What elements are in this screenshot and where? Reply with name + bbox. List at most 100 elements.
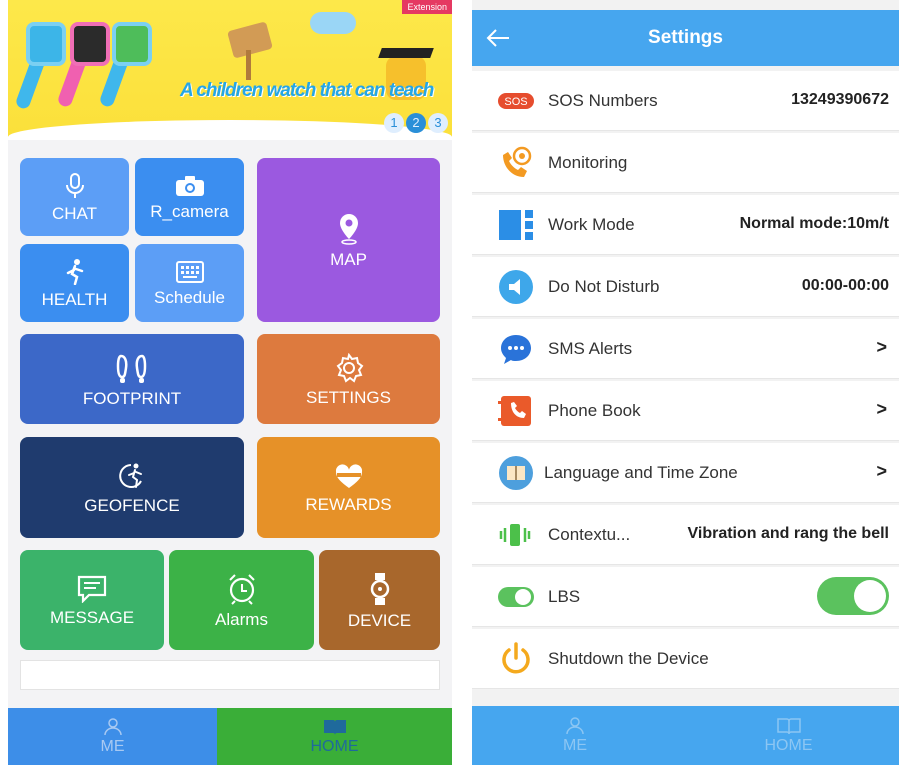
row-label: Phone Book [548, 401, 641, 420]
microphone-icon [65, 172, 84, 198]
work-mode-icon [499, 210, 533, 240]
alarm-clock-icon [228, 573, 255, 605]
row-work-mode[interactable]: Work Mode Normal mode:10m/t [472, 195, 899, 255]
sos-icon: SOS [498, 93, 534, 109]
book-icon [776, 717, 801, 734]
vibration-icon [499, 524, 531, 546]
chat-bubble-icon [501, 335, 531, 364]
home-tabbar: ME HOME [8, 708, 452, 765]
watch-image-pink [70, 22, 110, 66]
chat-label: CHAT [51, 203, 97, 223]
footprint-tile[interactable]: FOOTPRINT [20, 334, 244, 424]
map-label: MAP [330, 249, 367, 269]
map-pin-icon [339, 213, 358, 245]
pager-dot-2[interactable]: 2 [406, 113, 426, 133]
tab-me[interactable]: ME [472, 706, 678, 765]
row-label: SOS Numbers [548, 91, 658, 110]
tab-home-label: HOME [310, 737, 359, 755]
chevron-right-icon: > [876, 461, 887, 481]
alarms-tile[interactable]: Alarms [169, 550, 314, 650]
schedule-label: Schedule [154, 287, 225, 307]
geofence-label: GEOFENCE [84, 496, 180, 515]
running-person-icon [66, 258, 83, 285]
rewards-tile[interactable]: REWARDS [257, 437, 440, 538]
cloud-icon [310, 12, 356, 34]
banner-slogan: A children watch that can teach [180, 80, 434, 101]
health-label: HEALTH [41, 289, 108, 309]
watch-image-green [112, 22, 152, 66]
row-label: SMS Alerts [548, 339, 633, 358]
phone-monitor-icon [503, 146, 532, 177]
device-label: DEVICE [347, 610, 412, 630]
person-icon [103, 717, 122, 735]
page-title: Settings [648, 27, 723, 48]
footprints-icon [116, 354, 147, 383]
row-value: 13249390672 [791, 91, 889, 108]
row-label: Contextu... [548, 525, 631, 544]
lbs-toggle-icon [498, 587, 534, 607]
row-monitoring[interactable]: Monitoring [472, 133, 899, 193]
row-label: Language and Time Zone [544, 463, 738, 482]
row-phone-book[interactable]: Phone Book > [472, 381, 899, 441]
camera-icon [175, 175, 204, 196]
row-label: Work Mode [548, 215, 635, 234]
alarms-label: Alarms [215, 609, 268, 629]
chevron-right-icon: > [876, 337, 887, 357]
pager-dot-3[interactable]: 3 [428, 113, 448, 133]
row-sos-numbers[interactable]: SOS SOS Numbers 13249390672 [472, 71, 899, 131]
language-book-icon [499, 456, 533, 490]
tab-me[interactable]: ME [8, 708, 217, 765]
geofence-runner-icon [119, 463, 142, 488]
tab-home-label: HOME [764, 736, 813, 754]
signpost-pole [246, 50, 251, 80]
tab-home[interactable]: HOME [678, 706, 899, 765]
row-label: LBS [548, 587, 581, 606]
message-icon [77, 575, 107, 603]
pager-dot-1[interactable]: 1 [384, 113, 404, 133]
settings-label: SETTINGS [305, 387, 391, 407]
speaker-mute-icon [499, 270, 533, 304]
health-tile[interactable]: HEALTH [20, 244, 129, 322]
person-icon [566, 716, 584, 734]
keyboard-icon [175, 260, 204, 283]
gear-icon [336, 352, 363, 383]
row-lbs[interactable]: LBS [472, 567, 899, 627]
schedule-tile[interactable]: Schedule [135, 244, 244, 322]
home-footer-panel [20, 660, 440, 690]
message-tile[interactable]: MESSAGE [20, 550, 164, 650]
row-value: Normal mode:10m/t [739, 215, 889, 232]
sos-icon-text: SOS [504, 96, 527, 108]
graduation-cap-icon [378, 48, 434, 58]
settings-screen: Settings SOS SOS Numbers 13249390672 Mon… [472, 0, 899, 765]
row-shutdown-device[interactable]: Shutdown the Device [472, 629, 899, 689]
row-value: Vibration and rang the bell [687, 525, 889, 542]
row-language-time-zone[interactable]: Language and Time Zone > [472, 443, 899, 503]
tab-me-label: ME [563, 736, 587, 754]
heart-ribbon-icon [335, 464, 362, 488]
camera-tile[interactable]: R_camera [135, 158, 244, 236]
rewards-label: REWARDS [305, 495, 392, 514]
row-sms-alerts[interactable]: SMS Alerts > [472, 319, 899, 379]
device-tile[interactable]: DEVICE [319, 550, 440, 650]
row-value: 00:00-00:00 [801, 277, 889, 294]
banner-pager: 1 2 3 [384, 113, 448, 133]
watch-icon [370, 572, 389, 605]
settings-header: Settings [472, 10, 899, 66]
map-tile[interactable]: MAP [257, 158, 440, 322]
geofence-tile[interactable]: GEOFENCE [20, 437, 244, 538]
row-do-not-disturb[interactable]: Do Not Disturb 00:00-00:00 [472, 257, 899, 317]
promo-banner[interactable]: Extension A children watch that can teac… [8, 0, 452, 140]
message-label: MESSAGE [49, 607, 135, 627]
settings-tile[interactable]: SETTINGS [257, 334, 440, 424]
camera-label: R_camera [150, 201, 229, 221]
tab-home[interactable]: HOME [217, 708, 452, 765]
settings-tabbar: ME HOME [472, 706, 899, 765]
extension-badge[interactable]: Extension [402, 0, 452, 14]
footprint-label: FOOTPRINT [82, 388, 182, 408]
chat-tile[interactable]: CHAT [20, 158, 129, 236]
row-contextual-mode[interactable]: Contextu... Vibration and rang the bell [472, 505, 899, 565]
power-icon [502, 642, 530, 674]
phone-book-icon [498, 396, 531, 426]
row-label: Monitoring [548, 153, 628, 172]
lbs-switch[interactable] [817, 577, 889, 615]
